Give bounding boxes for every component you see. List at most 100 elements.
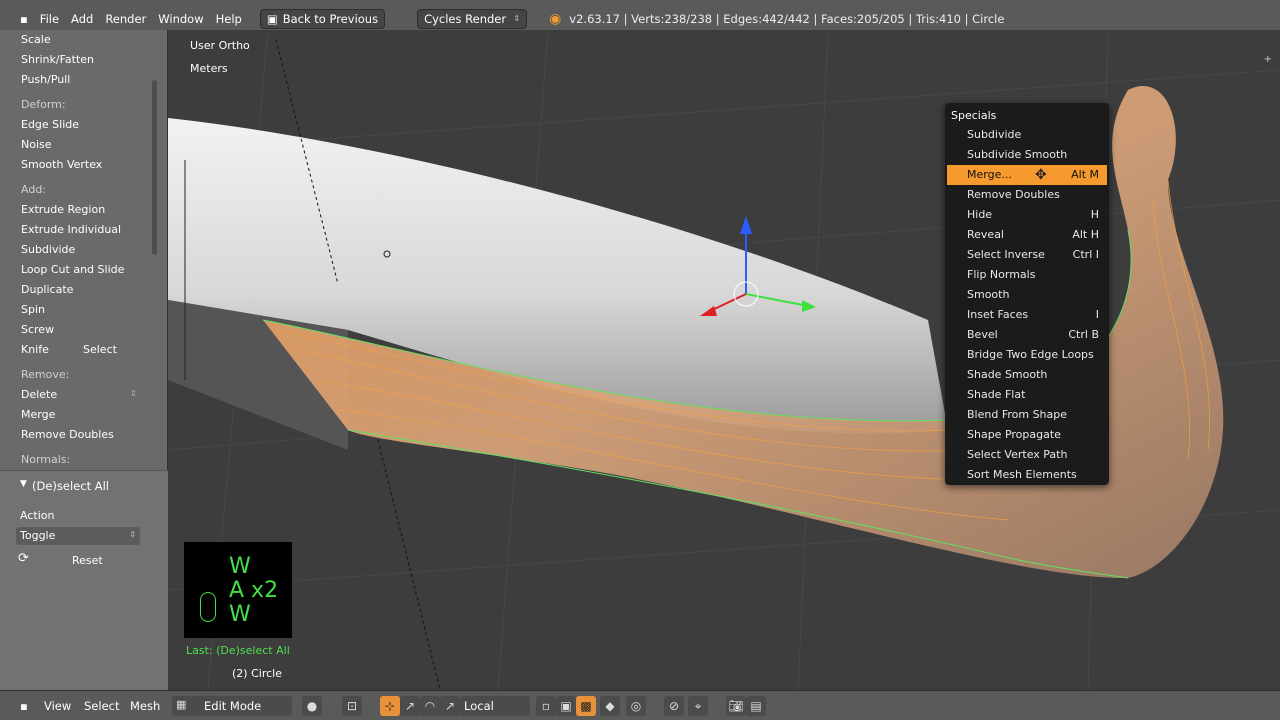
- menu-item-shade-flat[interactable]: Shade Flat: [947, 385, 1107, 405]
- menu-item-inset-faces[interactable]: Inset Faces I: [947, 305, 1107, 325]
- menu-window[interactable]: Window: [158, 12, 203, 26]
- menu-item-hide[interactable]: Hide H: [947, 205, 1107, 225]
- occlude-geometry-icon[interactable]: ◆: [600, 696, 620, 716]
- smooth-vertex-button[interactable]: Smooth Vertex: [21, 158, 102, 171]
- knife-button[interactable]: Knife: [21, 343, 49, 356]
- blender-logo-icon: ◉: [549, 10, 562, 27]
- menu-item-label: Hide: [967, 208, 993, 221]
- editor-type-icon[interactable]: ▪: [20, 12, 28, 26]
- tool-shelf-scrollbar[interactable]: [152, 80, 157, 255]
- snap-element-icon[interactable]: ⌖: [688, 696, 708, 716]
- edge-select-icon[interactable]: ▣: [556, 696, 576, 716]
- shrink-fatten-button[interactable]: Shrink/Fatten: [21, 53, 94, 66]
- menu-item-blend-from-shape[interactable]: Blend From Shape: [947, 405, 1107, 425]
- normals-header: Normals:: [21, 453, 71, 466]
- menu-item-label: Shade Flat: [967, 388, 1026, 401]
- face-select-icon[interactable]: ▩: [576, 696, 596, 716]
- pivot-point-icon[interactable]: ⊡: [342, 696, 362, 716]
- remove-doubles-button[interactable]: Remove Doubles: [21, 428, 114, 441]
- rotate-manipulator-icon[interactable]: ◠: [420, 696, 440, 716]
- translate-manipulator-icon[interactable]: ↗: [400, 696, 420, 716]
- move-cursor-icon: ✥: [1035, 167, 1047, 183]
- menu-item-shortcut: I: [1095, 308, 1099, 321]
- reset-button[interactable]: ⟳ Reset: [16, 551, 140, 571]
- menu-item-reveal[interactable]: Reveal Alt H: [947, 225, 1107, 245]
- menu-view[interactable]: View: [44, 699, 71, 713]
- panel-collapse-icon[interactable]: ▼: [20, 479, 27, 489]
- menu-item-shortcut: Alt M: [1071, 168, 1099, 181]
- proportional-editing-icon[interactable]: ◎: [626, 696, 646, 716]
- viewport-header: ▪ View Select Mesh ▦ Edit Mode ● ⊡ ⊹ ↗ ◠…: [0, 690, 1280, 720]
- menu-item-shade-smooth[interactable]: Shade Smooth: [947, 365, 1107, 385]
- orientation-select[interactable]: Local: [460, 696, 530, 716]
- vertex-select-icon[interactable]: ▫: [536, 696, 556, 716]
- back-to-previous-button[interactable]: ▣ Back to Previous: [259, 8, 386, 29]
- units-label: Meters: [190, 62, 228, 75]
- merge-button[interactable]: Merge: [21, 408, 55, 421]
- menu-item-subdivide[interactable]: Subdivide: [947, 125, 1107, 145]
- menu-item-label: Select Inverse: [967, 248, 1045, 261]
- menu-select[interactable]: Select: [84, 699, 119, 713]
- mode-select[interactable]: ▦ Edit Mode: [172, 696, 292, 716]
- menu-item-label: Blend From Shape: [967, 408, 1068, 421]
- extrude-individual-button[interactable]: Extrude Individual: [21, 223, 121, 236]
- menu-item-select-inverse[interactable]: Select Inverse Ctrl I: [947, 245, 1107, 265]
- tool-shelf: Scale Shrink/Fatten Push/Pull Deform: Ed…: [0, 30, 168, 690]
- menu-item-shape-propagate[interactable]: Shape Propagate: [947, 425, 1107, 445]
- render-engine-select[interactable]: Cycles Render ⇕: [417, 8, 528, 29]
- menu-help[interactable]: Help: [216, 12, 242, 26]
- spin-button[interactable]: Spin: [21, 303, 45, 316]
- edit-mode-icon: ▦: [176, 698, 187, 711]
- menu-item-merge[interactable]: Merge... Alt M: [947, 165, 1107, 185]
- menu-item-select-vertex-path[interactable]: Select Vertex Path: [947, 445, 1107, 465]
- menu-item-label: Flip Normals: [967, 268, 1036, 281]
- menu-item-shortcut: H: [1090, 208, 1099, 221]
- action-select[interactable]: Toggle ⇕: [16, 527, 140, 545]
- refresh-icon: ⟳: [18, 551, 29, 566]
- duplicate-button[interactable]: Duplicate: [21, 283, 73, 296]
- menu-file[interactable]: File: [40, 12, 59, 26]
- scale-manipulator-icon[interactable]: ↗: [440, 696, 460, 716]
- specials-menu: Specials Subdivide Subdivide Smooth Merg…: [945, 103, 1109, 485]
- screw-button[interactable]: Screw: [21, 323, 54, 336]
- menu-add[interactable]: Add: [71, 12, 93, 26]
- menu-item-label: Smooth: [967, 288, 1010, 301]
- subdivide-button[interactable]: Subdivide: [21, 243, 75, 256]
- menu-item-remove-doubles[interactable]: Remove Doubles: [947, 185, 1107, 205]
- delete-button[interactable]: Delete: [21, 388, 57, 401]
- noise-button[interactable]: Noise: [21, 138, 52, 151]
- render-still-icon[interactable]: 📷︎: [726, 696, 746, 716]
- action-arrows-icon: ⇕: [129, 530, 136, 539]
- scale-button[interactable]: Scale: [21, 33, 51, 46]
- menu-item-subdivide-smooth[interactable]: Subdivide Smooth: [947, 145, 1107, 165]
- add-header: Add:: [21, 183, 47, 196]
- push-pull-button[interactable]: Push/Pull: [21, 73, 70, 86]
- expand-region-icon[interactable]: +: [1264, 54, 1272, 65]
- menu-item-bridge-two-edge-loops[interactable]: Bridge Two Edge Loops: [947, 345, 1107, 365]
- operator-panel-title: (De)select All: [32, 479, 109, 493]
- menu-item-smooth[interactable]: Smooth: [947, 285, 1107, 305]
- menu-mesh[interactable]: Mesh: [130, 699, 160, 713]
- edge-slide-button[interactable]: Edge Slide: [21, 118, 79, 131]
- extrude-region-button[interactable]: Extrude Region: [21, 203, 105, 216]
- menu-item-label: Shape Propagate: [967, 428, 1061, 441]
- manipulator-toggle-icon[interactable]: ⊹: [380, 696, 400, 716]
- view-name: User Ortho: [190, 39, 250, 52]
- remove-header: Remove:: [21, 368, 70, 381]
- menu-item-flip-normals[interactable]: Flip Normals: [947, 265, 1107, 285]
- snap-toggle-icon[interactable]: ⊘: [664, 696, 684, 716]
- knife-select-button[interactable]: Select: [83, 343, 117, 356]
- menu-item-bevel[interactable]: Bevel Ctrl B: [947, 325, 1107, 345]
- action-select-value: Toggle: [20, 529, 56, 542]
- menu-item-label: Bevel: [967, 328, 998, 341]
- render-animation-icon[interactable]: ▤: [746, 696, 766, 716]
- menu-render[interactable]: Render: [105, 12, 146, 26]
- editor-type-icon[interactable]: ▪: [20, 699, 28, 713]
- menu-item-label: Subdivide Smooth: [967, 148, 1068, 161]
- menu-item-sort-mesh-elements[interactable]: Sort Mesh Elements: [947, 465, 1107, 485]
- loop-cut-slide-button[interactable]: Loop Cut and Slide: [21, 263, 124, 276]
- screencast-keys-overlay: W A x2 W: [184, 542, 292, 638]
- viewport-shading-icon[interactable]: ●: [302, 696, 322, 716]
- mouse-icon: [200, 592, 216, 622]
- 3d-viewport[interactable]: User Ortho Meters + Last: (De)select All…: [168, 30, 1280, 690]
